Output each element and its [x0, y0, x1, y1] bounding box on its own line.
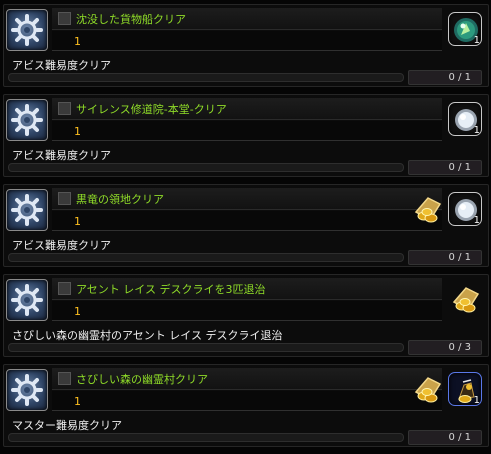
gold-coins-icon[interactable] [410, 192, 444, 226]
objective-text: マスター難易度クリア [12, 419, 122, 432]
reward-list: 1 [410, 372, 482, 408]
quest-title: アセント レイス デスクライを3匹退治 [76, 283, 266, 296]
track-checkbox[interactable] [58, 372, 71, 385]
quest-subbar: 1 [52, 121, 442, 141]
quest-count: 1 [74, 35, 81, 48]
progress-bar [8, 343, 404, 352]
reward-qty: 1 [473, 35, 480, 46]
reward-list: 1 [410, 192, 482, 228]
quest-subbar: 1 [52, 211, 442, 231]
quest-entry[interactable]: アセント レイス デスクライを3匹退治 1 さびしい森の幽霊村のアセント レイス… [3, 274, 489, 357]
quest-subbar: 1 [52, 31, 442, 51]
gear-icon [6, 99, 48, 141]
quest-title: 黒竜の領地クリア [76, 193, 164, 206]
quest-header: 沈没した貨物船クリア [52, 8, 442, 30]
progress-bar [8, 253, 404, 262]
progress-counter: 0 / 1 [408, 160, 482, 175]
objective-text: さびしい森の幽霊村のアセント レイス デスクライ退治 [12, 329, 283, 342]
quest-entry[interactable]: サイレンス修道院-本堂-クリア 1 1 アビス難易度クリア 0 / 1 [3, 94, 489, 177]
quest-count: 1 [74, 395, 81, 408]
gold-pouch-icon[interactable]: 1 [448, 372, 482, 406]
gear-icon [6, 279, 48, 321]
quest-entry[interactable]: 黒竜の領地クリア 1 1 アビス難易度クリア 0 / 1 [3, 184, 489, 267]
quest-title: さびしい森の幽霊村クリア [76, 373, 208, 386]
gold-coins-icon[interactable] [410, 372, 444, 406]
progress-counter: 0 / 1 [408, 70, 482, 85]
track-checkbox[interactable] [58, 102, 71, 115]
reward-qty: 1 [473, 395, 480, 406]
reward-qty: 1 [473, 215, 480, 226]
gear-icon [6, 189, 48, 231]
quest-count: 1 [74, 125, 81, 138]
progress-bar [8, 73, 404, 82]
quest-count: 1 [74, 305, 81, 318]
progress-counter: 0 / 1 [408, 430, 482, 445]
quest-header: さびしい森の幽霊村クリア [52, 368, 442, 390]
reward-qty: 1 [473, 125, 480, 136]
quest-entry[interactable]: 沈没した貨物船クリア 1 1 アビス難易度クリア 0 / 1 [3, 4, 489, 87]
green-orb-icon[interactable]: 1 [448, 12, 482, 46]
track-checkbox[interactable] [58, 282, 71, 295]
progress-bar [8, 433, 404, 442]
reward-list [448, 282, 482, 318]
white-orb-icon[interactable]: 1 [448, 102, 482, 136]
track-checkbox[interactable] [58, 12, 71, 25]
progress-counter: 0 / 3 [408, 340, 482, 355]
gold-coins-icon[interactable] [448, 282, 482, 316]
quest-title: 沈没した貨物船クリア [76, 13, 186, 26]
progress-counter: 0 / 1 [408, 250, 482, 265]
reward-list: 1 [448, 12, 482, 48]
objective-text: アビス難易度クリア [12, 149, 111, 162]
quest-title: サイレンス修道院-本堂-クリア [76, 103, 227, 116]
track-checkbox[interactable] [58, 192, 71, 205]
gear-icon [6, 369, 48, 411]
quest-count: 1 [74, 215, 81, 228]
quest-entry[interactable]: さびしい森の幽霊村クリア 1 1 マスター難易度クリア 0 / 1 [3, 364, 489, 447]
quest-header: サイレンス修道院-本堂-クリア [52, 98, 442, 120]
quest-subbar: 1 [52, 301, 442, 321]
objective-text: アビス難易度クリア [12, 59, 111, 72]
quest-header: 黒竜の領地クリア [52, 188, 442, 210]
objective-text: アビス難易度クリア [12, 239, 111, 252]
reward-list: 1 [448, 102, 482, 138]
progress-bar [8, 163, 404, 172]
quest-subbar: 1 [52, 391, 442, 411]
quest-header: アセント レイス デスクライを3匹退治 [52, 278, 442, 300]
white-orb-icon[interactable]: 1 [448, 192, 482, 226]
gear-icon [6, 9, 48, 51]
